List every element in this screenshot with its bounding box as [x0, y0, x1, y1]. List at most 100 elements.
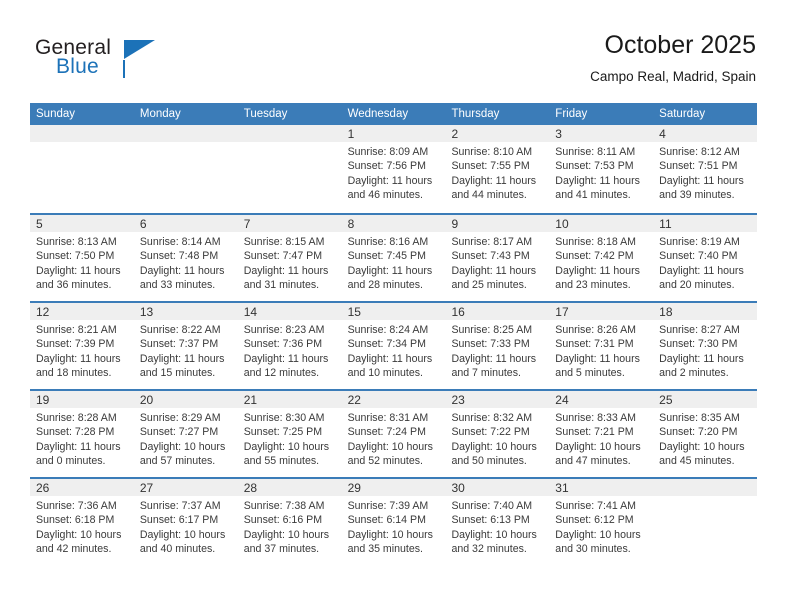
sunrise-time: Sunrise: 8:19 AM — [659, 236, 740, 248]
day-number: 9 — [451, 217, 459, 231]
calendar-weeks: 1 Sunrise: 8:09 AM Sunset: 7:56 PM Daylight… — [30, 125, 757, 565]
daylight-duration-line1: Daylight: 10 hours — [451, 440, 537, 453]
calendar-day-cell[interactable]: 26 Sunrise: 7:36 AM Sunset: 6:18 PM Dayligh… — [30, 479, 134, 565]
sunset-time: Sunset: 7:31 PM — [555, 338, 634, 351]
daylight-duration-line1: Daylight: 11 hours — [243, 352, 329, 365]
calendar-day-cell[interactable]: 28 Sunrise: 7:38 AM Sunset: 6:16 PM Dayligh… — [238, 479, 342, 565]
calendar-day-cell[interactable]: 17 Sunrise: 8:26 AM Sunset: 7:31 PM Dayligh… — [549, 303, 653, 389]
calendar-week-cells: 26 Sunrise: 7:36 AM Sunset: 6:18 PM Dayligh… — [30, 479, 757, 565]
daylight-duration-line1: Daylight: 11 hours — [243, 264, 329, 277]
sunset-time: Sunset: 7:40 PM — [659, 250, 738, 263]
day-number: 30 — [451, 481, 465, 495]
day-number: 23 — [451, 393, 465, 407]
day-details: Sunrise: 8:13 AM Sunset: 7:50 PM Daylight:… — [36, 235, 130, 292]
sunset-time: Sunset: 7:27 PM — [139, 426, 219, 439]
daylight-duration-line1: Daylight: 11 hours — [36, 264, 121, 277]
daylight-duration-line1: Daylight: 11 hours — [347, 174, 433, 187]
day-details: Sunrise: 8:14 AM Sunset: 7:48 PM Daylight:… — [140, 235, 234, 292]
calendar-day-cell[interactable]: 14 Sunrise: 8:23 AM Sunset: 7:36 PM Dayligh… — [238, 303, 342, 389]
day-number: 27 — [139, 481, 154, 495]
day-number: 4 — [659, 127, 666, 141]
sunset-time: Sunset: 7:25 PM — [243, 426, 323, 439]
day-details: Sunrise: 8:09 AM Sunset: 7:56 PM Daylight:… — [348, 145, 442, 202]
day-details: Sunrise: 7:40 AM Sunset: 6:13 PM Daylight:… — [451, 499, 545, 556]
sunset-time: Sunset: 7:45 PM — [347, 250, 426, 263]
logo-flagpole-icon — [123, 60, 125, 78]
daylight-duration-line1: Daylight: 10 hours — [243, 528, 330, 541]
daylight-duration-line2: and 25 minutes. — [451, 278, 527, 291]
calendar-day-cell[interactable]: 8 Sunrise: 8:16 AM Sunset: 7:45 PM Daylight… — [342, 215, 446, 301]
calendar-day-cell[interactable]: 18 Sunrise: 8:27 AM Sunset: 7:30 PM Dayligh… — [653, 303, 757, 389]
generalblue-logo[interactable]: General Blue — [35, 36, 265, 86]
calendar-day-cell[interactable]: 12 Sunrise: 8:21 AM Sunset: 7:39 PM Dayligh… — [30, 303, 134, 389]
sunset-time: Sunset: 6:13 PM — [451, 514, 530, 527]
day-details: Sunrise: 8:19 AM Sunset: 7:40 PM Daylight:… — [659, 235, 753, 292]
day-number: 16 — [451, 305, 465, 319]
calendar-day-cell[interactable]: 13 Sunrise: 8:22 AM Sunset: 7:37 PM Dayligh… — [134, 303, 238, 389]
day-number: 19 — [36, 393, 50, 407]
calendar-day-cell[interactable]: 9 Sunrise: 8:17 AM Sunset: 7:43 PM Daylight… — [445, 215, 549, 301]
day-number: 14 — [243, 305, 258, 319]
calendar-day-cell-empty — [238, 125, 342, 213]
sunrise-time: Sunrise: 8:11 AM — [555, 146, 636, 158]
daylight-duration-line1: Daylight: 11 hours — [36, 352, 121, 365]
day-details: Sunrise: 8:25 AM Sunset: 7:33 PM Daylight:… — [451, 323, 545, 380]
daylight-duration-line2: and 7 minutes. — [451, 366, 521, 379]
calendar-day-cell[interactable]: 1 Sunrise: 8:09 AM Sunset: 7:56 PM Daylight… — [342, 125, 446, 213]
sunrise-time: Sunrise: 8:13 AM — [36, 236, 117, 248]
daylight-duration-line2: and 0 minutes. — [36, 454, 106, 467]
daylight-duration-line1: Daylight: 10 hours — [347, 440, 433, 453]
calendar-day-cell[interactable]: 23 Sunrise: 8:32 AM Sunset: 7:22 PM Dayligh… — [445, 391, 549, 477]
calendar-day-cell[interactable]: 11 Sunrise: 8:19 AM Sunset: 7:40 PM Dayligh… — [653, 215, 757, 301]
day-number: 20 — [139, 393, 154, 407]
calendar-day-cell[interactable]: 4 Sunrise: 8:12 AM Sunset: 7:51 PM Daylight… — [653, 125, 757, 213]
daylight-duration-line1: Daylight: 10 hours — [139, 528, 226, 541]
sunrise-time: Sunrise: 8:18 AM — [555, 236, 636, 248]
page-title: October 2025 — [604, 31, 757, 59]
sunset-time: Sunset: 7:43 PM — [451, 250, 530, 263]
sunrise-time: Sunrise: 7:41 AM — [555, 500, 636, 512]
daylight-duration-line1: Daylight: 11 hours — [659, 264, 744, 277]
daylight-duration-line2: and 36 minutes. — [36, 278, 112, 291]
calendar-day-cell[interactable]: 22 Sunrise: 8:31 AM Sunset: 7:24 PM Dayligh… — [342, 391, 446, 477]
calendar-day-cell[interactable]: 21 Sunrise: 8:30 AM Sunset: 7:25 PM Dayligh… — [238, 391, 342, 477]
day-number: 3 — [555, 127, 562, 141]
calendar-day-cell[interactable]: 16 Sunrise: 8:25 AM Sunset: 7:33 PM Dayligh… — [445, 303, 549, 389]
sunset-time: Sunset: 7:39 PM — [36, 338, 115, 351]
day-number: 26 — [36, 481, 50, 495]
calendar-day-cell[interactable]: 19 Sunrise: 8:28 AM Sunset: 7:28 PM Dayligh… — [30, 391, 134, 477]
sunrise-time: Sunrise: 8:33 AM — [555, 412, 636, 424]
calendar-day-cell[interactable]: 7 Sunrise: 8:15 AM Sunset: 7:47 PM Daylight… — [238, 215, 342, 301]
daylight-duration-line2: and 31 minutes. — [243, 278, 320, 291]
calendar-day-cell[interactable]: 10 Sunrise: 8:18 AM Sunset: 7:42 PM Dayligh… — [549, 215, 653, 301]
calendar-week-cells: 5 Sunrise: 8:13 AM Sunset: 7:50 PM Daylight… — [30, 215, 757, 301]
sunset-time: Sunset: 6:18 PM — [36, 514, 115, 527]
calendar-day-cell[interactable]: 24 Sunrise: 8:33 AM Sunset: 7:21 PM Dayligh… — [549, 391, 653, 477]
day-number: 5 — [36, 217, 43, 231]
calendar-week-row: 26 Sunrise: 7:36 AM Sunset: 6:18 PM Dayligh… — [30, 477, 757, 565]
calendar-day-cell[interactable]: 31 Sunrise: 7:41 AM Sunset: 6:12 PM Dayligh… — [549, 479, 653, 565]
calendar-day-cell[interactable]: 25 Sunrise: 8:35 AM Sunset: 7:20 PM Dayligh… — [653, 391, 757, 477]
calendar-day-cell[interactable]: 30 Sunrise: 7:40 AM Sunset: 6:13 PM Dayligh… — [445, 479, 549, 565]
sunset-time: Sunset: 7:22 PM — [451, 426, 530, 439]
calendar-day-cell[interactable]: 29 Sunrise: 7:39 AM Sunset: 6:14 PM Dayligh… — [342, 479, 446, 565]
sunset-time: Sunset: 7:33 PM — [451, 338, 530, 351]
daylight-duration-line1: Daylight: 11 hours — [347, 352, 433, 365]
calendar-day-cell[interactable]: 5 Sunrise: 8:13 AM Sunset: 7:50 PM Daylight… — [30, 215, 134, 301]
daylight-duration-line2: and 23 minutes. — [555, 278, 631, 291]
daylight-duration-line1: Daylight: 10 hours — [555, 528, 641, 541]
calendar-day-cell[interactable]: 27 Sunrise: 7:37 AM Sunset: 6:17 PM Dayligh… — [134, 479, 238, 565]
day-number: 11 — [659, 217, 672, 231]
calendar-day-cell[interactable]: 2 Sunrise: 8:10 AM Sunset: 7:55 PM Daylight… — [445, 125, 549, 213]
day-number: 25 — [659, 393, 673, 407]
day-details: Sunrise: 8:33 AM Sunset: 7:21 PM Daylight:… — [555, 411, 649, 468]
calendar-day-cell[interactable]: 3 Sunrise: 8:11 AM Sunset: 7:53 PM Daylight… — [549, 125, 653, 213]
daylight-duration-line2: and 32 minutes. — [451, 542, 527, 555]
daylight-duration-line2: and 37 minutes. — [243, 542, 320, 555]
calendar-day-cell[interactable]: 20 Sunrise: 8:29 AM Sunset: 7:27 PM Dayligh… — [134, 391, 238, 477]
daylight-duration-line2: and 44 minutes. — [451, 188, 527, 201]
calendar-day-cell[interactable]: 6 Sunrise: 8:14 AM Sunset: 7:48 PM Daylight… — [134, 215, 238, 301]
sunrise-time: Sunrise: 8:27 AM — [659, 324, 740, 336]
calendar-day-cell[interactable]: 15 Sunrise: 8:24 AM Sunset: 7:34 PM Dayligh… — [342, 303, 446, 389]
sunrise-time: Sunrise: 8:35 AM — [659, 412, 740, 424]
